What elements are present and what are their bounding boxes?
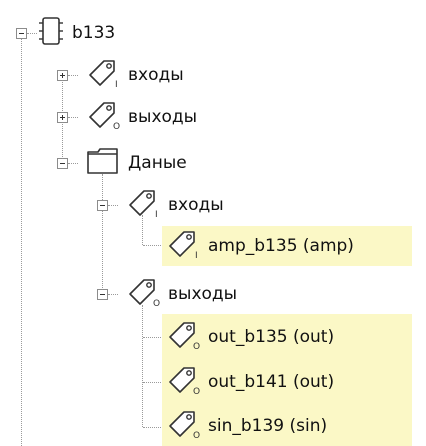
svg-text:O: O: [153, 299, 160, 308]
tag-icon: I: [86, 57, 120, 94]
collapse-root-expander[interactable]: [16, 28, 27, 39]
tag-icon: I: [126, 187, 160, 224]
tree-node-label: out_b135 (out): [208, 327, 335, 347]
tree-leaf-out-b135[interactable]: O out_b135 (out): [166, 317, 334, 357]
svg-text:O: O: [193, 431, 200, 440]
tag-icon: O: [86, 99, 120, 136]
tree-connector: [68, 117, 78, 118]
tree-connector: [68, 75, 78, 76]
tree-node-data-outputs[interactable]: O выходы: [126, 274, 237, 314]
tag-icon: O: [126, 276, 160, 313]
tree-leaf-out-b141[interactable]: O out_b141 (out): [166, 362, 334, 402]
collapse-data-outputs-expander[interactable]: [97, 289, 108, 300]
tree-node-data-inputs[interactable]: I входы: [126, 185, 224, 225]
chip-icon: [38, 16, 64, 51]
collapse-data-inputs-expander[interactable]: [97, 200, 108, 211]
tree-connector: [108, 205, 118, 206]
svg-text:O: O: [193, 387, 200, 396]
tree-node-data[interactable]: Даные: [86, 143, 187, 183]
svg-text:O: O: [193, 342, 200, 351]
svg-text:I: I: [115, 80, 118, 89]
svg-text:I: I: [195, 251, 198, 260]
tree-node-b133[interactable]: b133: [38, 13, 115, 53]
tree-node-label: выходы: [128, 107, 198, 127]
tag-icon: I: [166, 228, 200, 265]
tag-icon: O: [166, 408, 200, 445]
tree-node-label: b133: [72, 23, 116, 43]
tree-connector: [68, 163, 78, 164]
tree-view: b133 I входы O выходы Даные I входы I am…: [0, 0, 426, 446]
tag-icon: O: [166, 319, 200, 356]
collapse-data-expander[interactable]: [57, 158, 68, 169]
svg-text:I: I: [155, 210, 158, 219]
tree-node-label: amp_b135 (amp): [208, 236, 354, 256]
folder-icon: [86, 146, 120, 181]
tree-node-label: входы: [168, 195, 224, 215]
tag-icon: O: [166, 364, 200, 401]
tree-connector: [27, 33, 37, 34]
tree-connector: [142, 305, 143, 427]
svg-text:O: O: [113, 122, 120, 131]
expand-inputs-expander[interactable]: [57, 70, 68, 81]
tree-node-label: Даные: [128, 153, 187, 173]
tree-node-inputs[interactable]: I входы: [86, 55, 184, 95]
tree-connector: [108, 294, 118, 295]
tree-leaf-amp-b135[interactable]: I amp_b135 (amp): [166, 226, 354, 266]
tree-leaf-sin-b139[interactable]: O sin_b139 (sin): [166, 406, 327, 446]
tree-connector: [21, 36, 22, 446]
tree-node-label: входы: [128, 65, 184, 85]
tree-connector: [102, 174, 103, 294]
tree-node-label: out_b141 (out): [208, 372, 335, 392]
tree-node-label: выходы: [168, 284, 238, 304]
expand-outputs-expander[interactable]: [57, 112, 68, 123]
tree-node-label: sin_b139 (sin): [208, 416, 328, 436]
tree-node-outputs[interactable]: O выходы: [86, 97, 197, 137]
